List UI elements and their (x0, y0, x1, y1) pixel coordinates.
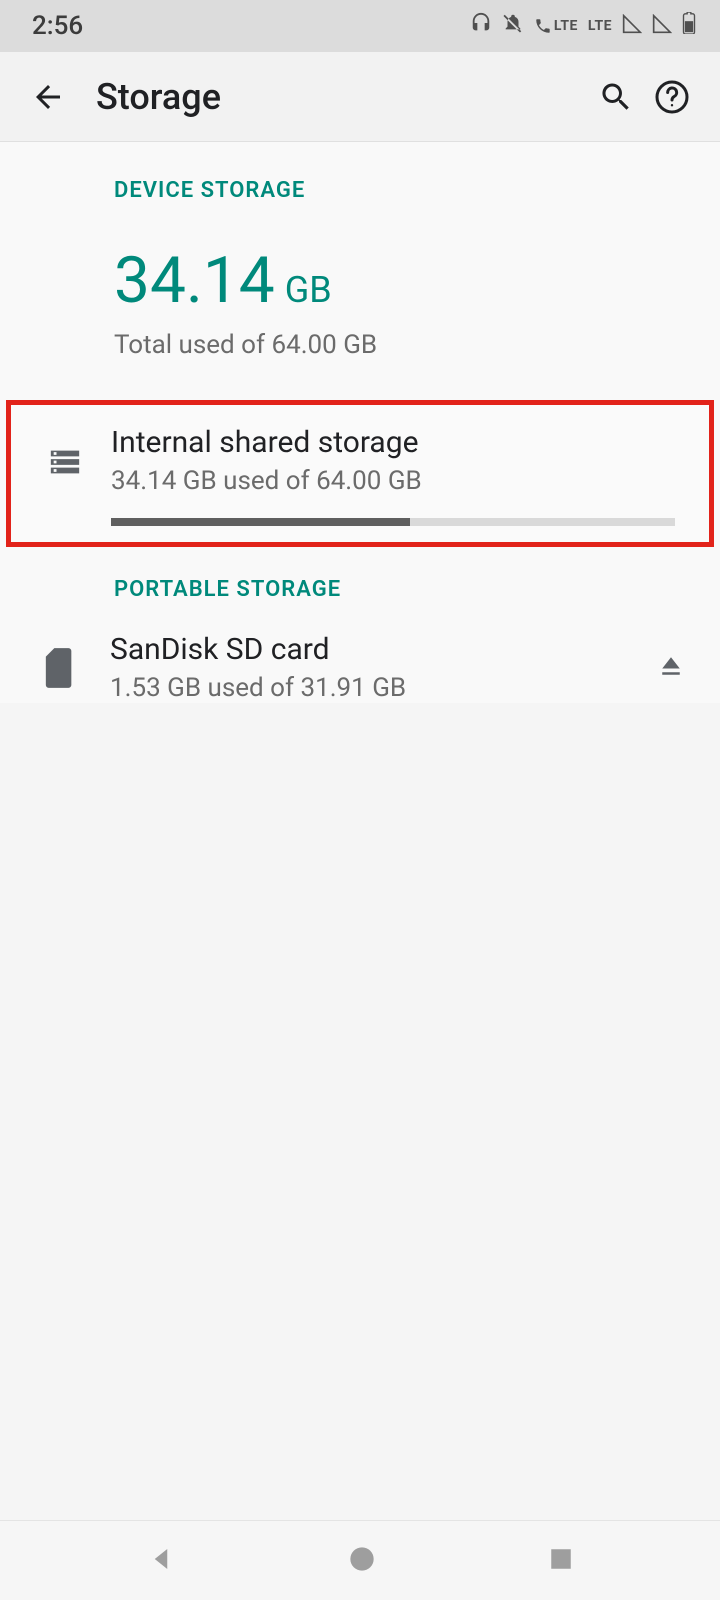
sd-card-row[interactable]: SanDisk SD card 1.53 GB used of 31.91 GB (0, 602, 720, 703)
square-recent-icon (548, 1546, 574, 1572)
internal-storage-subtext: 34.14 GB used of 64.00 GB (111, 466, 675, 496)
status-bar: 2:56 LTE LTE (0, 0, 720, 52)
back-button[interactable] (20, 69, 76, 125)
page-title: Storage (96, 76, 221, 118)
help-button[interactable] (644, 69, 700, 125)
search-button[interactable] (588, 69, 644, 125)
eject-button[interactable] (644, 651, 686, 685)
signal-icon-2 (652, 11, 672, 41)
arrow-back-icon (30, 79, 66, 115)
sd-card-title: SanDisk SD card (110, 632, 644, 667)
app-bar: Storage (0, 52, 720, 142)
search-icon (598, 79, 634, 115)
status-icons: LTE LTE (470, 11, 696, 41)
signal-icon-1 (622, 11, 642, 41)
sd-card-subtext: 1.53 GB used of 31.91 GB (110, 673, 644, 703)
notifications-off-icon (502, 11, 524, 41)
help-icon (654, 79, 690, 115)
used-subtext: Total used of 64.00 GB (114, 330, 720, 360)
eject-icon (656, 651, 686, 681)
nav-back-button[interactable] (146, 1544, 176, 1578)
nav-home-button[interactable] (348, 1545, 376, 1577)
device-storage-header: DEVICE STORAGE (0, 142, 720, 203)
headphones-icon (470, 11, 492, 41)
storage-icon (29, 425, 101, 479)
storage-summary: 34.14 GB Total used of 64.00 GB (0, 203, 720, 388)
portable-storage-header: PORTABLE STORAGE (0, 547, 720, 602)
content: DEVICE STORAGE 34.14 GB Total used of 64… (0, 142, 720, 703)
status-time: 2:56 (32, 11, 83, 41)
internal-storage-progress (111, 518, 675, 526)
internal-storage-row[interactable]: Internal shared storage 34.14 GB used of… (11, 405, 709, 526)
internal-storage-progress-fill (111, 518, 410, 526)
lte-text-1: LTE (554, 18, 578, 34)
nav-recent-button[interactable] (548, 1546, 574, 1576)
used-value: 34.14 (114, 243, 275, 318)
navigation-bar (0, 1520, 720, 1600)
used-unit: GB (285, 269, 332, 311)
battery-icon (682, 11, 696, 41)
volte-icon: LTE (534, 17, 578, 35)
internal-storage-title: Internal shared storage (111, 425, 675, 460)
circle-home-icon (348, 1545, 376, 1573)
triangle-back-icon (146, 1544, 176, 1574)
highlight-annotation: Internal shared storage 34.14 GB used of… (6, 400, 714, 547)
lte-text-2: LTE (588, 18, 612, 34)
sd-card-icon (24, 648, 96, 688)
